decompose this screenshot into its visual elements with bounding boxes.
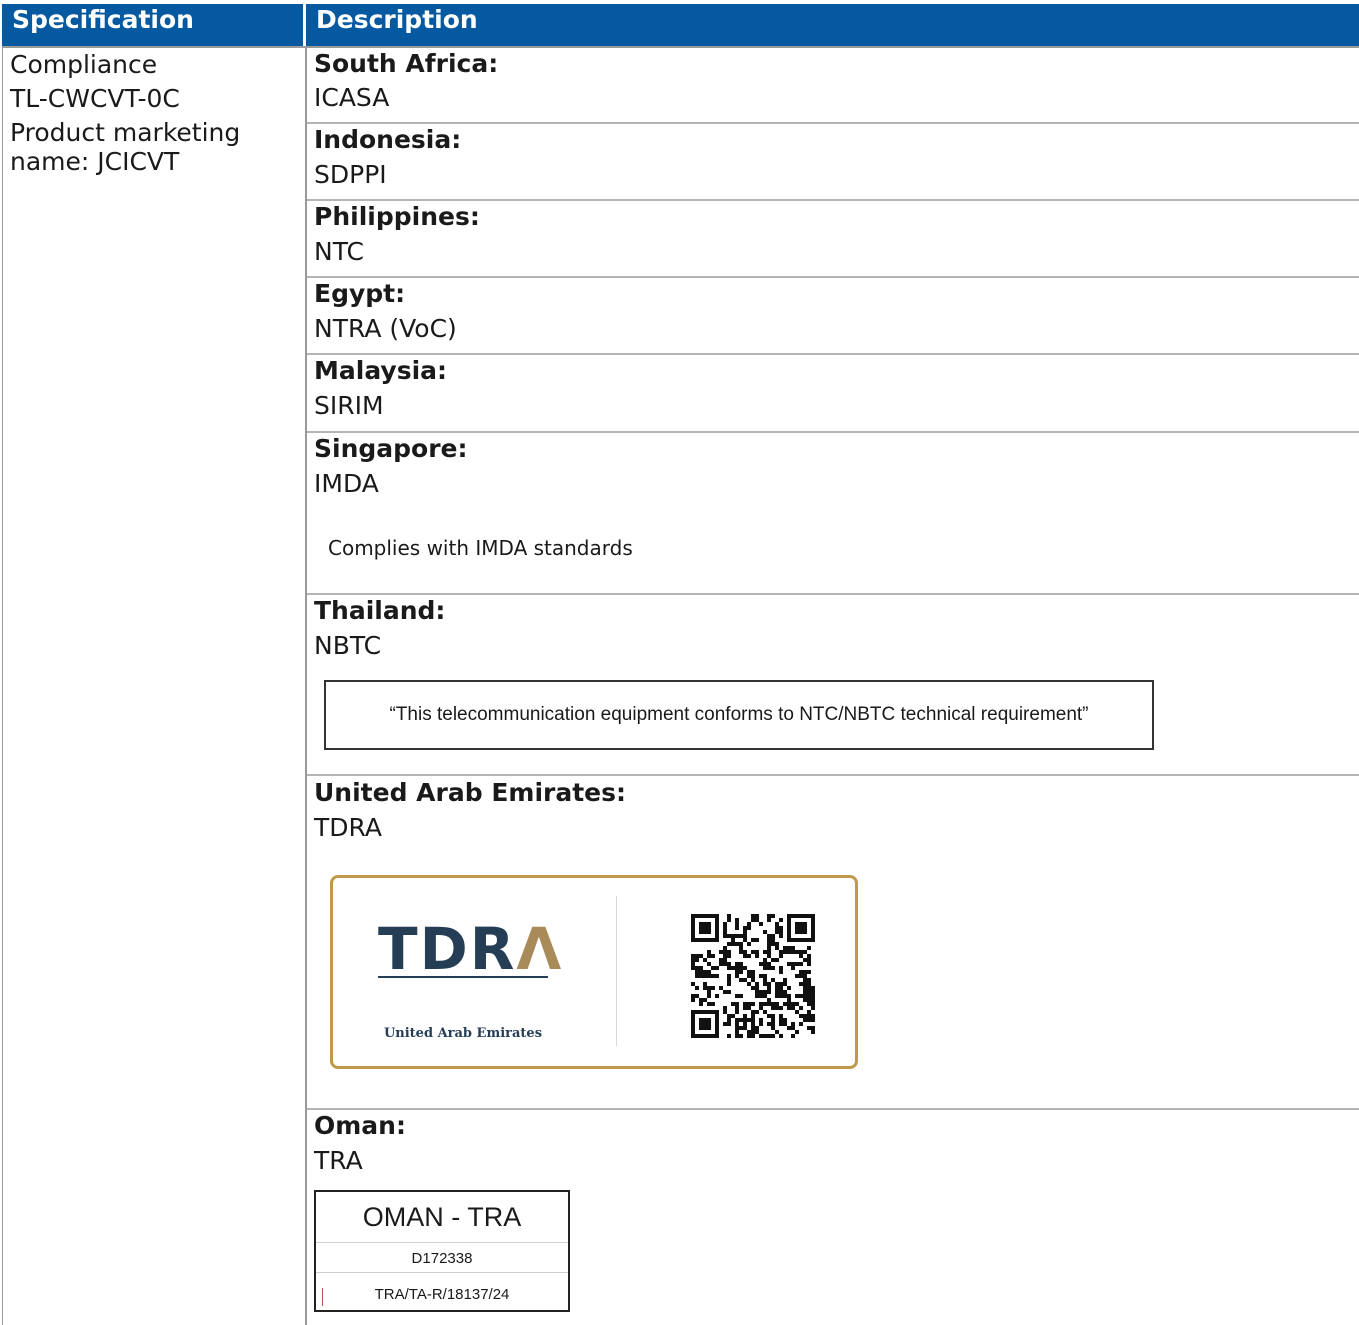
oman-type-approval: TRA/TA-R/18137/24 <box>374 1286 510 1303</box>
compliance-table: Specification Description Compliance TL-… <box>0 4 1359 1325</box>
country-label: Singapore: <box>314 434 468 463</box>
tdra-country-text: United Arab Emirates <box>383 1026 543 1041</box>
country-label: Egypt: <box>314 279 406 308</box>
row-thailand: Thailand: NBTC “This telecommunication e… <box>307 595 1359 776</box>
oman-label-divider <box>316 1242 568 1243</box>
country-label: Philippines: <box>314 202 480 231</box>
country-label: South Africa: <box>314 49 499 78</box>
agency-value: NTRA (VoC) <box>314 314 457 343</box>
specification-cell: Compliance TL-CWCVT-0C Product marketing… <box>10 48 300 176</box>
tdra-logo-underline <box>378 976 548 978</box>
row-philippines: Philippines: NTC <box>307 201 1359 278</box>
agency-value: SIRIM <box>314 391 384 420</box>
nbtc-statement-box: “This telecommunication equipment confor… <box>324 680 1154 750</box>
agency-value: TRA <box>314 1146 363 1175</box>
country-label: Oman: <box>314 1111 406 1140</box>
agency-value: ICASA <box>314 83 390 112</box>
row-singapore: Singapore: IMDA Complies with IMDA stand… <box>307 433 1359 595</box>
agency-value: NBTC <box>314 631 382 660</box>
country-label: Thailand: <box>314 596 446 625</box>
tdra-card-divider <box>616 896 617 1046</box>
country-label: Indonesia: <box>314 125 462 154</box>
row-uae: United Arab Emirates: TDRA TDRΛ United A… <box>307 776 1359 1110</box>
agency-value: TDRA <box>314 813 382 842</box>
row-egypt: Egypt: NTRA (VoC) <box>307 278 1359 355</box>
oman-dealer-number: D172338 <box>411 1250 473 1267</box>
country-label: Malaysia: <box>314 356 448 385</box>
left-border <box>2 46 3 1325</box>
spec-line-model: TL-CWCVT-0C <box>10 84 180 113</box>
header-specification: Specification <box>2 4 303 46</box>
tdra-label-card: TDRΛ United Arab Emirates <box>330 875 858 1069</box>
spec-line-compliance: Compliance <box>10 50 158 79</box>
spec-line-marketing-name: name: JCICVT <box>10 147 180 176</box>
oman-label-title: OMAN - TRA <box>362 1202 522 1232</box>
oman-label-divider <box>316 1272 568 1273</box>
tdra-logo: TDRΛ <box>378 915 564 983</box>
row-malaysia: Malaysia: SIRIM <box>307 355 1359 433</box>
imda-compliance-note: Complies with IMDA standards <box>328 536 633 560</box>
country-label: United Arab Emirates: <box>314 778 626 807</box>
row-oman: Oman: TRA OMAN - TRA D172338 TRA/TA-R/18… <box>307 1110 1359 1325</box>
agency-value: NTC <box>314 237 364 266</box>
row-indonesia: Indonesia: SDPPI <box>307 124 1359 201</box>
qr-code-icon <box>691 914 815 1038</box>
row-south-africa: South Africa: ICASA <box>307 46 1359 124</box>
agency-value: SDPPI <box>314 160 387 189</box>
oman-tra-label: OMAN - TRA D172338 TRA/TA-R/18137/24 <box>314 1190 570 1312</box>
agency-value: IMDA <box>314 469 379 498</box>
header-description: Description <box>306 4 1359 46</box>
spec-line-marketing: Product marketing <box>10 118 241 147</box>
